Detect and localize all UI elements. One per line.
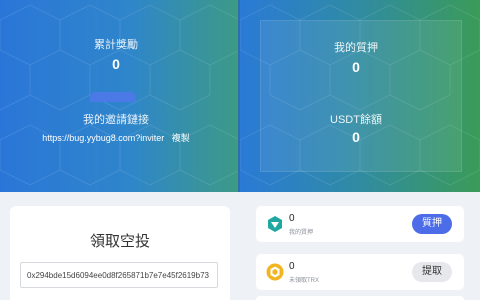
diamond-icon — [268, 216, 282, 232]
invite-link-row: https://bug.yybug8.com?inviter 複製 — [0, 128, 232, 146]
claim-airdrop-button[interactable] — [90, 92, 136, 102]
airdrop-card: 領取空投 0x294bde15d6094ee0d8f265871b7e7e45f… — [10, 206, 230, 300]
pledge-row: 0 我的質押 質押 — [256, 206, 464, 242]
pledge-button[interactable]: 質押 — [412, 214, 452, 234]
my-pledge-label: 我的質押 — [334, 42, 378, 54]
usdt-balance-value: 0 — [352, 129, 360, 145]
invite-link-text: https://bug.yybug8.com?inviter — [42, 133, 165, 143]
coin-icon — [266, 263, 284, 281]
copy-link-button[interactable]: 複製 — [172, 133, 190, 143]
list-item-partial — [256, 296, 464, 300]
pledge-row-label: 我的質押 — [289, 230, 314, 236]
invite-link-label: 我的邀請鏈接 — [83, 114, 149, 126]
airdrop-title: 領取空投 — [89, 233, 150, 250]
withdraw-row-value: 0 — [289, 261, 295, 272]
balance-card: 我的質押 0 USDT餘額 0 — [260, 20, 462, 172]
cumulative-rewards-label: 累計獎勵 — [94, 39, 138, 51]
cumulative-rewards-value: 0 — [112, 56, 120, 72]
wallet-address-field[interactable]: 0x294bde15d6094ee0d8f265871b7e7e45f2619b… — [20, 262, 218, 288]
withdraw-button[interactable]: 提取 — [412, 262, 452, 282]
my-pledge-value: 0 — [352, 59, 360, 75]
usdt-balance-label: USDT餘額 — [330, 114, 382, 126]
withdraw-row: 0 未領取TRX 提取 — [256, 254, 464, 290]
pledge-row-value: 0 — [289, 213, 295, 224]
withdraw-row-label: 未領取TRX — [289, 278, 320, 284]
